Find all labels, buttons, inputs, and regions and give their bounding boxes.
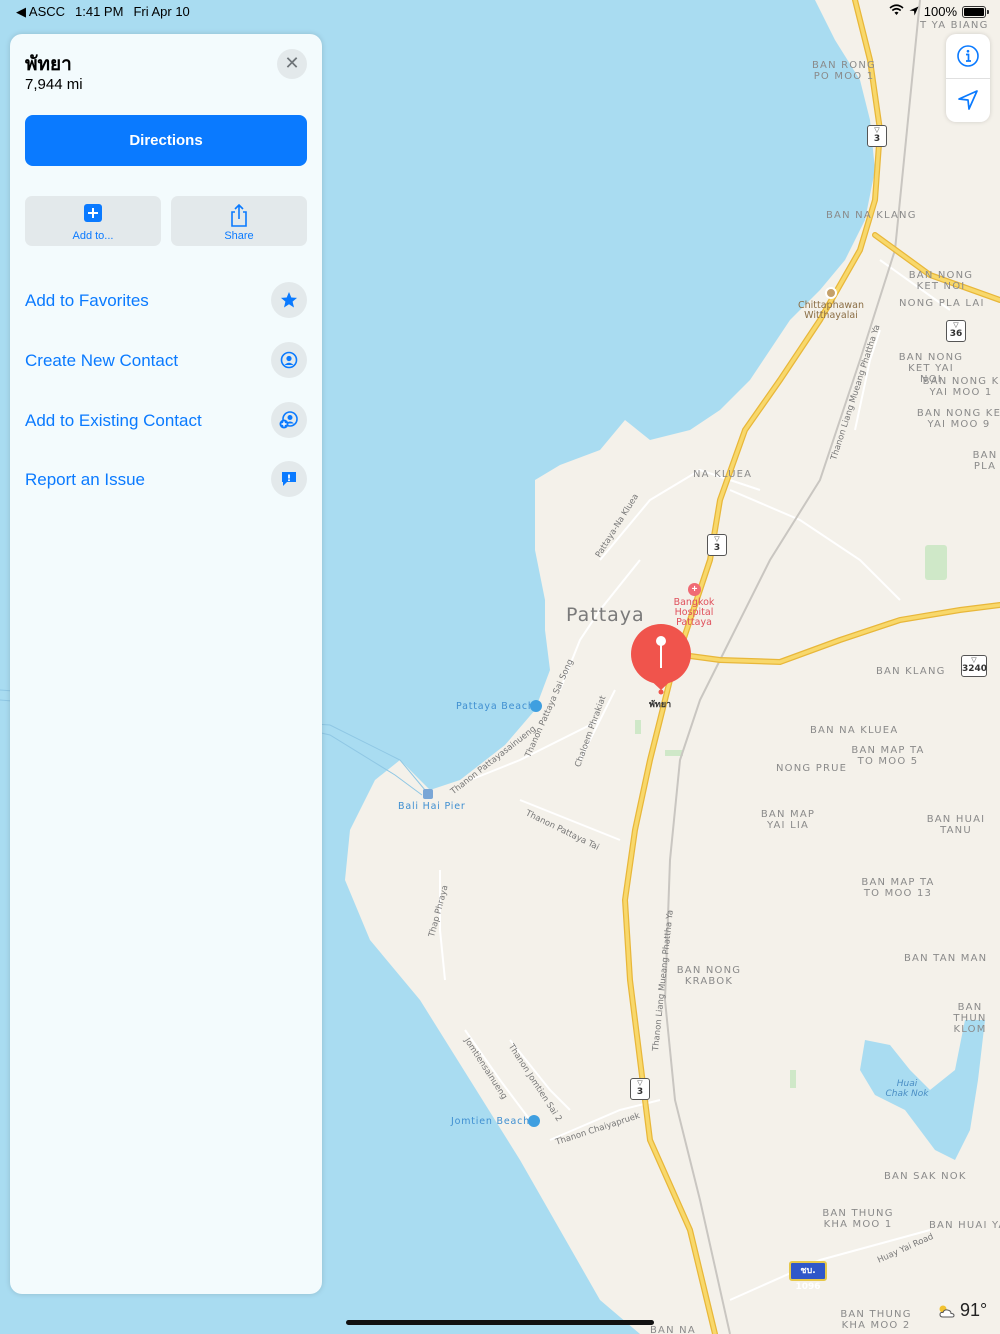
area-label: BAN TAN MAN (904, 953, 988, 964)
partly-cloudy-icon (939, 1305, 955, 1317)
city-label: Pattaya (566, 604, 645, 626)
report-icon (271, 461, 307, 497)
status-time: 1:41 PM (75, 4, 124, 19)
area-label: NONG PRUE (776, 763, 848, 774)
map-info-button[interactable] (946, 34, 990, 78)
add-to-existing-contact-row[interactable]: Add to Existing Contact (25, 400, 307, 440)
area-label: BAN NONG KRABOK (676, 965, 742, 987)
area-label: BAN THUNG KHA MOO 1 (822, 1208, 894, 1230)
location-arrow-icon (958, 90, 978, 110)
area-label: BAN MAP TA TO MOO 13 (861, 877, 935, 899)
map-controls (946, 34, 990, 122)
status-bar: ◀ ASCC 1:41 PM Fri Apr 10 100% (0, 0, 1000, 24)
area-label: BAN HUAI TANU (926, 814, 986, 836)
hospital-icon: + (688, 583, 701, 596)
add-contact-icon (271, 402, 307, 438)
highway-shield: 3 (867, 125, 887, 147)
location-arrow-icon (909, 4, 919, 19)
beach-icon (530, 700, 542, 712)
back-to-app-link[interactable]: ◀ ASCC (16, 4, 65, 20)
area-label: BAN MAP TA TO MOO 5 (851, 745, 925, 767)
area-label: BAN NONG K YAI MOO 1 (922, 376, 1000, 398)
area-label: BAN HUAI YA (929, 1220, 1000, 1231)
lake-label: Huai Chak Nok (885, 1079, 929, 1099)
info-icon (957, 45, 979, 67)
area-label: BAN SAK NOK (884, 1171, 967, 1182)
menu-label: Add to Existing Contact (25, 411, 202, 430)
area-label: BAN KLANG (876, 666, 946, 677)
wifi-icon (889, 4, 904, 19)
add-to-button[interactable]: Add to... (25, 196, 161, 246)
highway-shield: 3 (707, 534, 727, 556)
area-label: BAN THUN KLOM (953, 1002, 987, 1035)
area-label: NONG PLA LAI (899, 298, 985, 309)
school-icon (825, 287, 837, 299)
school-label: Chittaphawan Witthayalai (797, 300, 865, 321)
share-label: Share (224, 230, 254, 242)
close-button[interactable]: ✕ (277, 49, 307, 79)
battery-percent: 100% (923, 4, 957, 19)
provincial-shield: ชบ. 1096 (789, 1261, 827, 1292)
battery-icon (962, 5, 989, 18)
add-to-favorites-row[interactable]: Add to Favorites (25, 280, 307, 320)
place-card: พัทยา 7,944 mi ✕ Directions Add to... Sh… (10, 34, 322, 1294)
report-an-issue-row[interactable]: Report an Issue (25, 459, 307, 499)
area-label: BAN NA KLUEA (810, 725, 899, 736)
plus-square-icon (84, 204, 102, 222)
star-icon (271, 282, 307, 318)
highway-shield: 3240 (961, 655, 987, 677)
area-label: BAN NA (650, 1325, 696, 1334)
add-to-label: Add to... (72, 230, 114, 242)
location-pin[interactable] (631, 624, 691, 690)
area-label: BAN NONG KET NOI (908, 270, 974, 292)
home-indicator[interactable] (346, 1320, 654, 1325)
pin-label: พัทยา (649, 700, 672, 710)
area-label: BAN NONG KE YAI MOO 9 (916, 408, 1000, 430)
area-label: BAN RONG PO MOO 1 (811, 60, 876, 82)
area-label: BAN MAP YAI LIA (760, 809, 816, 831)
weather-widget: 91° (937, 1300, 987, 1321)
area-label: BAN PLA (972, 450, 998, 472)
menu-label: Create New Contact (25, 351, 179, 370)
beach-icon (528, 1115, 540, 1127)
create-new-contact-row[interactable]: Create New Contact (25, 340, 307, 380)
highway-shield: 36 (946, 320, 966, 342)
area-label: BAN NA KLANG (826, 210, 917, 221)
temperature: 91° (960, 1300, 988, 1320)
status-date: Fri Apr 10 (133, 4, 190, 19)
place-title: พัทยา (25, 53, 72, 75)
contact-icon (271, 342, 307, 378)
close-icon: ✕ (284, 53, 300, 74)
directions-button[interactable]: Directions (25, 115, 307, 166)
menu-label: Report an Issue (25, 470, 146, 489)
share-button[interactable]: Share (171, 196, 307, 246)
beach-label: Jomtien Beach (451, 1116, 530, 1127)
place-distance: 7,944 mi (25, 76, 83, 93)
beach-label: Pattaya Beach (456, 701, 535, 712)
current-location-button[interactable] (946, 78, 990, 122)
pier-icon (423, 789, 433, 799)
menu-label: Add to Favorites (25, 291, 149, 310)
highway-shield: 3 (630, 1078, 650, 1100)
area-label: NA KLUEA (693, 469, 753, 480)
share-icon (231, 204, 247, 227)
pier-label: Bali Hai Pier (398, 801, 466, 812)
area-label: BAN THUNG KHA MOO 2 (840, 1309, 912, 1331)
